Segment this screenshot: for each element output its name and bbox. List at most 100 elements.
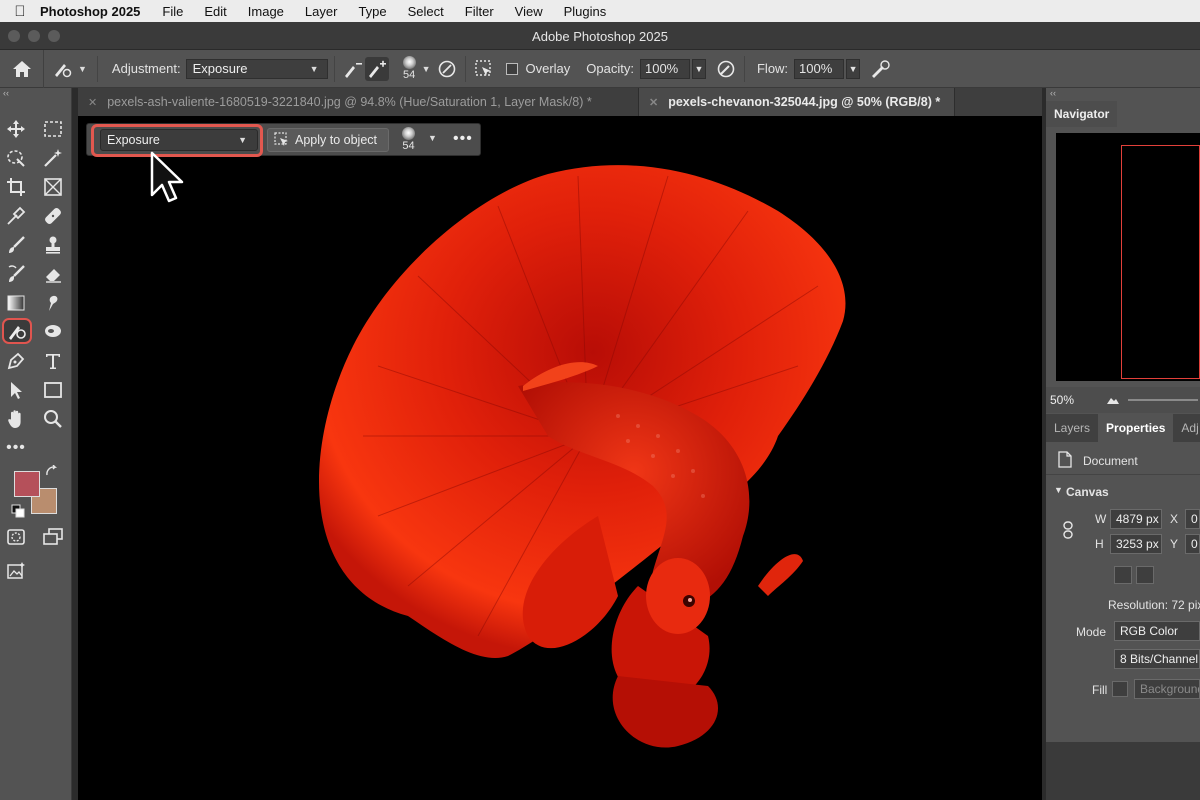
opacity-dropdown-icon[interactable]: ▼ bbox=[691, 58, 706, 79]
chevron-down-icon[interactable]: ▼ bbox=[428, 133, 437, 143]
overlay-checkbox[interactable] bbox=[505, 62, 518, 75]
menu-filter[interactable]: Filter bbox=[465, 4, 494, 19]
default-colors-icon[interactable] bbox=[10, 503, 26, 519]
navigator-view-box[interactable] bbox=[1121, 145, 1200, 379]
tab-document-2[interactable]: ✕ pexels-chevanon-325044.jpg @ 50% (RGB/… bbox=[639, 88, 955, 116]
add-brush-icon[interactable] bbox=[364, 56, 389, 81]
fill-color-swatch[interactable] bbox=[1112, 681, 1128, 697]
screen-mode-icon[interactable] bbox=[38, 524, 68, 550]
menu-plugins[interactable]: Plugins bbox=[564, 4, 607, 19]
airbrush-icon[interactable] bbox=[868, 57, 892, 81]
apple-icon[interactable]:  bbox=[0, 3, 40, 20]
zoom-level[interactable]: 50% bbox=[1050, 393, 1106, 407]
document-label: Document bbox=[1083, 454, 1138, 468]
zoom-slider[interactable] bbox=[1128, 399, 1198, 401]
adjustment-label: Adjustment: bbox=[111, 61, 181, 76]
menu-type[interactable]: Type bbox=[358, 4, 386, 19]
dodge-tool-icon[interactable] bbox=[38, 319, 68, 345]
marquee-tool-icon[interactable] bbox=[38, 116, 68, 142]
smudge-tool-icon[interactable] bbox=[38, 290, 68, 316]
magic-wand-tool-icon[interactable] bbox=[38, 145, 68, 171]
y-input[interactable]: 0 bbox=[1185, 534, 1200, 554]
height-input[interactable]: 3253 px bbox=[1110, 534, 1162, 554]
menu-select[interactable]: Select bbox=[408, 4, 444, 19]
brush-picker-chevron-icon[interactable]: ▼ bbox=[422, 64, 431, 74]
rectangle-tool-icon[interactable] bbox=[38, 377, 68, 403]
app-menu[interactable]: Photoshop 2025 bbox=[40, 4, 140, 19]
eyedropper-tool-icon[interactable] bbox=[1, 203, 31, 229]
landscape-orientation-icon[interactable] bbox=[1136, 566, 1154, 584]
frame-tool-icon[interactable] bbox=[38, 174, 68, 200]
collapse-panel-icon[interactable]: ‹‹ bbox=[1046, 88, 1200, 100]
more-tools-icon[interactable]: ••• bbox=[1, 435, 31, 461]
x-input[interactable]: 0 bbox=[1185, 509, 1200, 529]
path-selection-tool-icon[interactable] bbox=[1, 377, 31, 403]
adjustment-brush-tool-icon[interactable] bbox=[50, 57, 74, 81]
brush-settings-icon[interactable] bbox=[435, 57, 459, 81]
menu-edit[interactable]: Edit bbox=[204, 4, 226, 19]
select-subject-icon[interactable] bbox=[472, 57, 496, 81]
fill-label: Fill bbox=[1092, 683, 1108, 697]
panel-bottom-area bbox=[1046, 742, 1200, 800]
tab-adjustments[interactable]: Adj bbox=[1173, 414, 1200, 442]
pen-tool-icon[interactable] bbox=[1, 348, 31, 374]
tab-document-1[interactable]: ✕ pexels-ash-valiente-1680519-3221840.jp… bbox=[78, 88, 639, 116]
tab-properties[interactable]: Properties bbox=[1098, 414, 1174, 442]
move-tool-icon[interactable] bbox=[1, 116, 31, 142]
apply-to-object-button[interactable]: Apply to object bbox=[267, 128, 389, 152]
tab-navigator[interactable]: Navigator bbox=[1046, 101, 1118, 127]
more-options-icon[interactable]: ••• bbox=[453, 130, 473, 148]
home-button[interactable] bbox=[0, 49, 44, 88]
collapse-panel-icon[interactable]: ‹‹ bbox=[0, 88, 71, 100]
fill-dropdown[interactable]: Background bbox=[1134, 679, 1200, 699]
tab-layers[interactable]: Layers bbox=[1046, 414, 1098, 442]
chevron-down-icon[interactable]: ▼ bbox=[1054, 485, 1063, 495]
contextual-adjustment-dropdown[interactable]: Exposure ▼ bbox=[100, 129, 258, 151]
window-title: Adobe Photoshop 2025 bbox=[532, 29, 668, 44]
close-tab-icon[interactable]: ✕ bbox=[649, 96, 658, 109]
portrait-orientation-icon[interactable] bbox=[1114, 566, 1132, 584]
opacity-input[interactable]: 100% bbox=[639, 58, 690, 79]
height-label: H bbox=[1095, 537, 1104, 551]
hand-tool-icon[interactable] bbox=[1, 406, 31, 432]
menu-layer[interactable]: Layer bbox=[305, 4, 338, 19]
close-tab-icon[interactable]: ✕ bbox=[88, 96, 97, 109]
menu-image[interactable]: Image bbox=[248, 4, 284, 19]
flow-dropdown-icon[interactable]: ▼ bbox=[846, 58, 861, 79]
quick-mask-icon[interactable] bbox=[1, 524, 31, 550]
subtract-brush-icon[interactable] bbox=[341, 57, 365, 81]
pressure-opacity-icon[interactable] bbox=[714, 57, 738, 81]
tab-document-2-label: pexels-chevanon-325044.jpg @ 50% (RGB/8)… bbox=[668, 95, 941, 109]
history-brush-tool-icon[interactable] bbox=[1, 261, 31, 287]
document-tabs: ✕ pexels-ash-valiente-1680519-3221840.jp… bbox=[78, 88, 1042, 116]
adjustment-dropdown-value: Exposure bbox=[192, 61, 248, 76]
object-selection-tool-icon[interactable] bbox=[1, 145, 31, 171]
bit-depth-dropdown[interactable]: 8 Bits/Channel bbox=[1114, 649, 1200, 669]
foreground-color-swatch[interactable] bbox=[14, 471, 40, 497]
width-input[interactable]: 4879 px bbox=[1110, 509, 1162, 529]
clone-stamp-tool-icon[interactable] bbox=[38, 232, 68, 258]
zoom-out-mountain-icon[interactable] bbox=[1106, 395, 1120, 405]
type-tool-icon[interactable] bbox=[38, 348, 68, 374]
document-canvas[interactable] bbox=[78, 116, 1042, 800]
flow-input[interactable]: 100% bbox=[794, 58, 845, 79]
link-icon[interactable] bbox=[1062, 521, 1074, 539]
swap-colors-icon[interactable] bbox=[44, 464, 60, 480]
adjustment-brush-tool-icon[interactable] bbox=[2, 318, 32, 344]
gradient-tool-icon[interactable] bbox=[1, 290, 31, 316]
tool-preset-chevron-icon[interactable]: ▼ bbox=[78, 64, 87, 74]
eraser-tool-icon[interactable] bbox=[38, 261, 68, 287]
properties-tabs: Layers Properties Adj bbox=[1046, 414, 1200, 442]
contextual-brush-size[interactable]: 54 bbox=[402, 127, 415, 152]
zoom-tool-icon[interactable] bbox=[38, 406, 68, 432]
menu-file[interactable]: File bbox=[162, 4, 183, 19]
brush-tool-icon[interactable] bbox=[1, 232, 31, 258]
properties-panel: Document ▼ Canvas W 4879 px X 0 H 3253 p… bbox=[1046, 442, 1200, 742]
menu-view[interactable]: View bbox=[515, 4, 543, 19]
healing-brush-tool-icon[interactable] bbox=[38, 203, 68, 229]
mode-dropdown[interactable]: RGB Color bbox=[1114, 621, 1200, 641]
brush-size-picker[interactable]: 54 bbox=[402, 56, 416, 81]
crop-tool-icon[interactable] bbox=[1, 174, 31, 200]
adjustment-dropdown[interactable]: Exposure ▼ bbox=[185, 58, 328, 79]
generative-image-icon[interactable] bbox=[1, 558, 31, 584]
